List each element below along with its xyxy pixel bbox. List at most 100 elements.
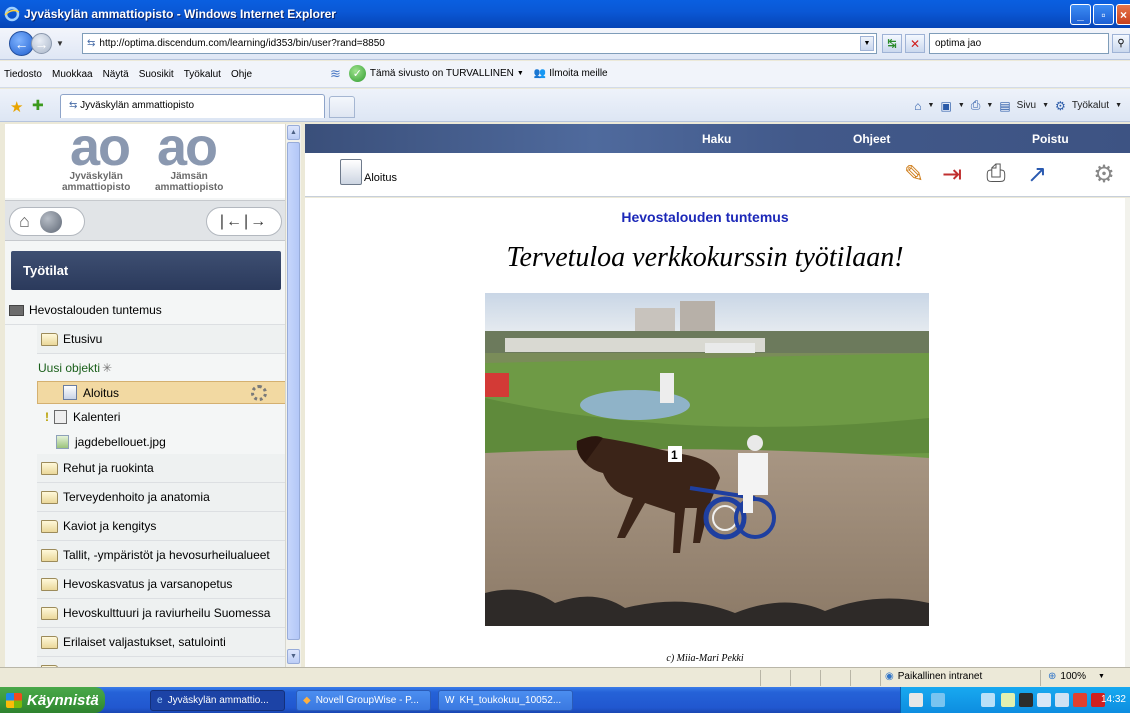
nav-search[interactable]: Haku [702, 132, 731, 146]
print-icon[interactable]: ⎙ [982, 160, 1010, 188]
tab-title: Jyväskylän ammattiopisto [80, 100, 195, 111]
tree-folder[interactable]: Erilaiset valjastukset, satulointi [37, 628, 288, 657]
tree-folder[interactable]: Hevoskulttuuri ja raviurheilu Suomessa [37, 599, 288, 628]
tree-folder[interactable]: Tallit, -ympäristöt ja hevosurheilualuee… [37, 541, 288, 570]
security-zone[interactable]: ◉ Paikallinen intranet [885, 671, 982, 682]
report-link[interactable]: Ilmoita meille [549, 68, 607, 79]
logo-mark-right: ao [157, 124, 218, 177]
tree-folder-partial[interactable] [37, 657, 288, 667]
status-divider [880, 670, 881, 686]
scroll-up-icon[interactable]: ▲ [287, 125, 300, 140]
flash-tray-icon[interactable] [1073, 693, 1087, 707]
windows-flag-icon [6, 692, 22, 708]
tree-item-image[interactable]: jagdebellouet.jpg [5, 429, 288, 454]
search-icon[interactable]: ⚲ [1112, 34, 1130, 53]
forward-button[interactable]: → [31, 33, 52, 54]
feeds-dropdown-icon[interactable]: ▼ [958, 102, 965, 109]
tree-folder[interactable]: Rehut ja ruokinta [37, 454, 288, 483]
tools-menu[interactable]: Työkalut [1072, 100, 1109, 111]
address-dropdown-icon[interactable]: ▼ [860, 36, 874, 51]
logo-right-line2: ammattiopisto [155, 181, 224, 193]
home-dropdown-icon[interactable]: ▼ [928, 102, 935, 109]
menu-edit[interactable]: Muokkaa [52, 69, 93, 80]
menu-favorites[interactable]: Suosikit [139, 69, 174, 80]
refresh-button[interactable]: ↹ [882, 34, 902, 53]
page-menu[interactable]: Sivu [1017, 100, 1036, 111]
status-divider [1040, 670, 1041, 686]
folder-label: Tallit, -ympäristöt ja hevosurheilualuee… [63, 548, 270, 562]
menu-view[interactable]: Näytä [103, 69, 129, 80]
open-new-window-icon[interactable]: ↗ [1023, 160, 1051, 188]
taskbar-item-word[interactable]: W KH_toukokuu_10052... [438, 690, 573, 711]
menu-tools[interactable]: Työkalut [184, 69, 221, 80]
feeds-icon[interactable]: ▣ [940, 99, 951, 113]
start-button[interactable]: Käynnistä [0, 687, 105, 713]
home-icon[interactable]: ⌂ [19, 211, 30, 232]
new-tab-button[interactable] [329, 96, 355, 118]
edit-pencil-icon[interactable]: ✎ [900, 160, 928, 188]
logo-left-line2: ammattiopisto [62, 181, 131, 193]
tree-folder[interactable]: Terveydenhoito ja anatomia [37, 483, 288, 512]
settings-gear-icon[interactable]: ⚙ [1090, 160, 1118, 188]
taskbar-item-ie[interactable]: e Jyväskylän ammattio... [150, 690, 285, 711]
search-input[interactable]: optima jao [929, 33, 1109, 54]
tree-folder[interactable]: Hevoskasvatus ja varsanopetus [37, 570, 288, 599]
menu-file[interactable]: Tiedosto [4, 69, 42, 80]
wireless-tray-icon[interactable] [1055, 693, 1069, 707]
tools-dropdown-icon[interactable]: ▼ [1115, 102, 1122, 109]
stop-button[interactable]: ✕ [905, 34, 925, 53]
taskbar-item-groupwise[interactable]: ◆ Novell GroupWise - P... [296, 690, 431, 711]
volume-tray-icon[interactable] [981, 693, 995, 707]
scroll-thumb[interactable] [287, 142, 300, 640]
ie-logo-icon [4, 6, 20, 22]
print-dropdown-icon[interactable]: ▼ [986, 102, 993, 109]
nav-help[interactable]: Ohjeet [853, 132, 890, 146]
zoom-dropdown-icon[interactable]: ▼ [1098, 673, 1105, 680]
address-field[interactable]: ⇆ http://optima.discendum.com/learning/i… [82, 33, 877, 54]
folder-icon [41, 519, 58, 533]
network-tray-icon[interactable] [931, 693, 945, 707]
help-tray-icon[interactable] [909, 693, 923, 707]
home-people-group: ⌂ [9, 207, 85, 236]
collapse-pane-icon[interactable]: |←|→ [206, 207, 282, 236]
scroll-down-icon[interactable]: ▼ [287, 649, 300, 664]
workspaces-header[interactable]: Työtilat [11, 251, 281, 290]
tree-folder[interactable]: Kaviot ja kengitys [37, 512, 288, 541]
main-content: Hevostalouden tuntemus Tervetuloa verkko… [305, 198, 1125, 667]
settings-gear-icon[interactable] [251, 385, 267, 401]
close-button[interactable]: × [1116, 4, 1130, 25]
folder-label: Hevoskasvatus ja varsanopetus [63, 577, 233, 591]
menu-help[interactable]: Ohje [231, 69, 252, 80]
tree-root-label: Hevostalouden tuntemus [29, 303, 162, 317]
page-dropdown-icon[interactable]: ▼ [1042, 102, 1049, 109]
maximize-button[interactable]: ▫ [1093, 4, 1114, 25]
display-tray-icon[interactable] [1037, 693, 1051, 707]
add-favorite-icon[interactable]: ✚ [32, 97, 44, 114]
browser-tab[interactable]: ⇆ Jyväskylän ammattiopisto [60, 94, 325, 118]
phishing-filter[interactable]: ≋ ✓ Tämä sivusto on TURVALLINEN ▼ 👥 Ilmo… [330, 65, 608, 82]
window-title-bar[interactable]: Jyväskylän ammattiopisto - Windows Inter… [0, 0, 1130, 28]
new-object-link[interactable]: Uusi objekti [38, 361, 100, 375]
content-scrollbar[interactable] [1125, 198, 1130, 667]
tree-item-kalenteri[interactable]: ! Kalenteri [5, 404, 288, 429]
zoom-control[interactable]: ⊕ 100% ▼ [1048, 671, 1105, 682]
new-object-item[interactable]: Uusi objekti ✳ [5, 354, 288, 381]
favorites-star-icon[interactable]: ★ [10, 98, 23, 116]
nav-logout[interactable]: Poistu [1032, 132, 1069, 146]
media-tray-icon[interactable] [1019, 693, 1033, 707]
exit-door-icon[interactable]: ⇥ [938, 160, 966, 188]
safe-status: Tämä sivusto on TURVALLINEN [369, 68, 514, 79]
page-document-icon [340, 159, 362, 185]
print-icon[interactable]: ⎙ [971, 98, 981, 113]
tree-folder-etusivu[interactable]: Etusivu [37, 325, 288, 354]
history-dropdown-icon[interactable]: ▼ [55, 39, 65, 48]
tree-item-aloitus[interactable]: Aloitus [37, 381, 288, 404]
left-pane-scrollbar[interactable]: ▲ ▼ [285, 124, 301, 667]
minimize-button[interactable]: _ [1070, 4, 1091, 25]
people-icon[interactable] [39, 210, 62, 233]
antivirus-tray-icon[interactable] [1001, 693, 1015, 707]
home-icon[interactable]: ⌂ [914, 99, 921, 113]
harness-racing-photo: 1 [485, 293, 929, 626]
zoom-icon: ⊕ [1048, 671, 1057, 682]
tree-root[interactable]: Hevostalouden tuntemus [5, 296, 288, 325]
